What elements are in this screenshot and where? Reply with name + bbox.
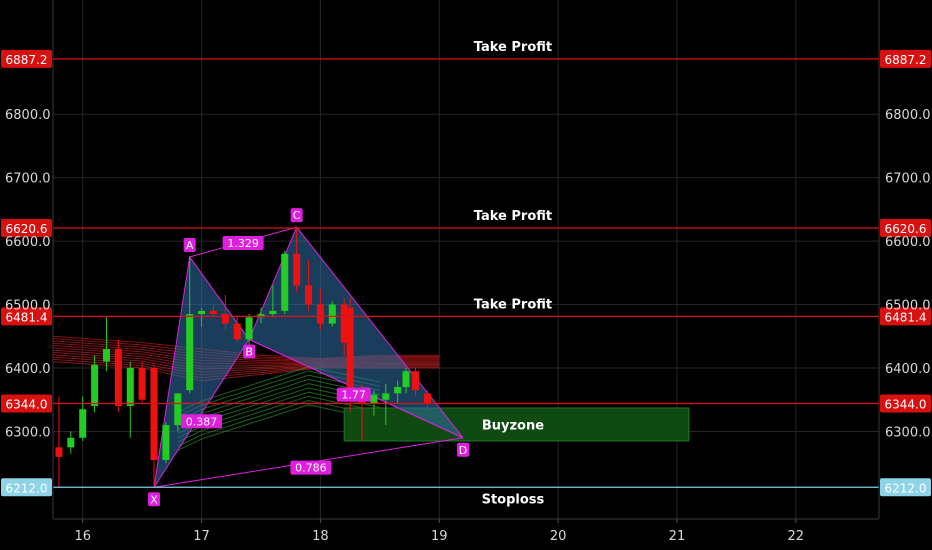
candle-body [91,364,99,407]
y-tick-left: 6800.0 [5,108,51,123]
y-tick-right: 6500.0 [885,299,931,314]
candle-body [209,310,217,315]
candle-body [233,323,241,340]
candle-body [67,437,75,448]
candle-body [382,393,390,400]
candle-body [370,394,378,403]
level-value-right: 6620.6 [885,222,927,236]
ratio-label: 0.786 [295,462,327,475]
x-tick-label: 20 [550,529,567,544]
y-tick-left: 6600.0 [5,235,51,250]
level-value-left: 6887.2 [6,53,48,67]
take-profit-label: Take Profit [474,209,552,224]
buyzone-label: Buyzone [482,418,544,433]
harmonic-pattern-chart: Buyzone 6887.2 6887.2 Take Profit 6620.6 662… [0,0,932,550]
ratio-label: 0.387 [186,415,218,428]
candle-body [394,387,402,394]
y-tick-right: 6600.0 [885,235,931,250]
candle-body [316,304,324,324]
y-tick-right: 6300.0 [885,425,931,440]
candle-body [269,310,277,315]
level-value-left: 6212.0 [6,481,48,495]
candle-body [162,425,170,460]
y-tick-left: 6700.0 [5,172,51,187]
chart-background [0,0,932,550]
ratio-label: 1.329 [227,237,259,250]
point-label-d: D [459,444,467,457]
y-tick-left: 6400.0 [5,362,51,377]
candle-body [138,367,146,400]
candle-body [102,348,110,362]
candle-body [221,314,229,324]
x-tick-label: 18 [312,529,329,544]
y-tick-right: 6800.0 [885,108,931,123]
candle-body [281,253,289,311]
candle-body [411,371,419,391]
candle-body [328,304,336,324]
x-tick-label: 16 [74,529,91,544]
level-value-right: 6887.2 [885,53,927,67]
level-value-left: 6620.6 [6,222,48,236]
candle-body [346,307,354,400]
y-tick-right: 6400.0 [885,362,931,377]
x-tick-label: 21 [669,529,686,544]
x-tick-label: 22 [788,529,805,544]
candle-body [174,393,182,426]
candle-body [186,314,194,391]
candle-body [55,447,63,457]
candle-body [79,409,87,438]
ratio-label: 1.77 [341,389,366,402]
level-value-left: 6344.0 [6,398,48,412]
x-tick-label: 19 [431,529,448,544]
candle-body [293,253,301,286]
y-tick-left: 6300.0 [5,425,51,440]
level-value-right: 6212.0 [885,481,927,495]
level-value-right: 6344.0 [885,398,927,412]
y-tick-right: 6700.0 [885,172,931,187]
stoploss-label: Stoploss [482,492,545,507]
candle-body [305,285,313,305]
candle-body [198,310,206,315]
buyzone-layer: Buyzone [343,407,690,442]
candle-body [126,367,134,407]
point-label-a: A [186,239,194,252]
take-profit-label: Take Profit [474,40,552,55]
candle-body [114,348,122,407]
take-profit-label: Take Profit [474,297,552,312]
point-label-c: C [293,209,301,222]
candle-body [402,371,410,388]
point-label-x: X [150,493,158,506]
candle-body [423,393,431,403]
x-tick-label: 17 [193,529,210,544]
point-label-b: B [245,345,253,358]
candle-body [245,317,253,340]
candle-body [150,367,158,460]
y-tick-left: 6500.0 [5,299,51,314]
